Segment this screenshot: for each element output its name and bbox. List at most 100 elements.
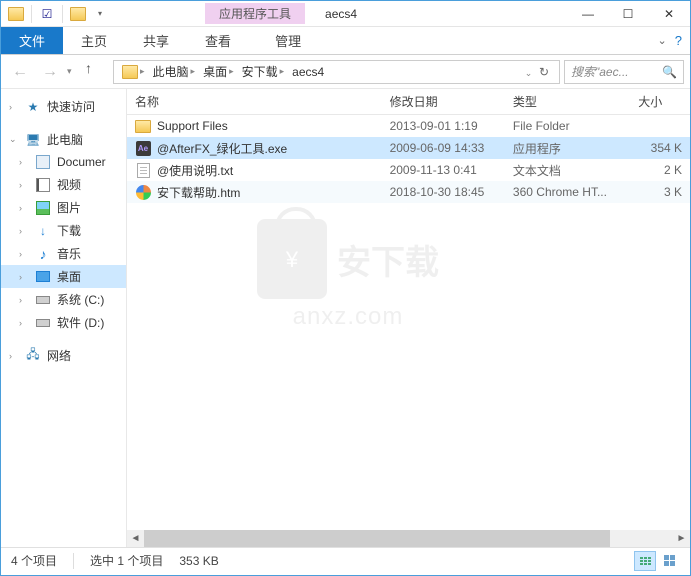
ribbon-expand-icon[interactable]: ⌄ xyxy=(658,34,667,47)
chevron-right-icon[interactable]: › xyxy=(9,351,19,361)
file-row[interactable]: @使用说明.txt 2009-11-13 0:41 文本文档 2 K xyxy=(127,159,690,181)
music-icon: ♪ xyxy=(35,246,51,262)
chevron-right-icon[interactable]: ▸ xyxy=(140,66,145,77)
chevron-right-icon[interactable]: › xyxy=(19,180,29,190)
drive-icon xyxy=(35,315,51,331)
file-row[interactable]: Ae@AfterFX_绿化工具.exe 2009-06-09 14:33 应用程… xyxy=(127,137,690,159)
column-headers: 名称 修改日期 类型 大小 xyxy=(127,89,690,115)
chevron-right-icon[interactable]: › xyxy=(19,272,29,282)
file-row[interactable]: 安下载帮助.htm 2018-10-30 18:45 360 Chrome HT… xyxy=(127,181,690,203)
html-icon xyxy=(135,184,151,200)
desktop-icon xyxy=(35,269,51,285)
tab-manage[interactable]: 管理 xyxy=(257,27,319,54)
scrollbar-track[interactable] xyxy=(144,530,673,547)
help-icon[interactable]: ? xyxy=(675,33,682,48)
window-title: aecs4 xyxy=(325,7,357,21)
title-bar: ☑ ▾ 应用程序工具 aecs4 ― ☐ ✕ xyxy=(1,1,690,27)
drive-icon xyxy=(35,292,51,308)
nav-history-dropdown[interactable]: ▾ xyxy=(67,66,81,77)
context-tab-label: 应用程序工具 xyxy=(205,3,305,24)
chevron-down-icon[interactable]: ⌄ xyxy=(9,134,19,145)
horizontal-scrollbar[interactable]: ◄ ► xyxy=(127,530,690,547)
txt-icon xyxy=(135,162,151,178)
nav-back-button[interactable]: ← xyxy=(7,59,33,85)
column-header-size[interactable]: 大小 xyxy=(630,93,690,110)
column-header-date[interactable]: 修改日期 xyxy=(382,93,505,110)
quick-access-toolbar: ☑ ▾ xyxy=(1,5,115,23)
document-icon xyxy=(35,154,51,170)
sidebar-item-drive-d[interactable]: ›软件 (D:) xyxy=(1,311,126,334)
close-button[interactable]: ✕ xyxy=(648,1,690,27)
navigation-sidebar: ›★快速访问 ⌄🖥此电脑 ›Documer ›视频 ›图片 ›↓下载 ›♪音乐 … xyxy=(1,89,127,547)
status-bar: 4 个项目 选中 1 个项目 353 KB xyxy=(1,547,690,573)
properties-icon[interactable]: ☑ xyxy=(38,5,56,23)
ribbon-tabs: 文件 主页 共享 查看 管理 ⌄ ? xyxy=(1,27,690,55)
view-details-button[interactable] xyxy=(634,551,656,571)
maximize-button[interactable]: ☐ xyxy=(608,1,648,27)
tab-view[interactable]: 查看 xyxy=(187,27,249,54)
breadcrumb-segment[interactable]: 桌面 xyxy=(203,63,227,80)
sidebar-item-desktop[interactable]: ›桌面 xyxy=(1,265,126,288)
folder-icon[interactable] xyxy=(69,5,87,23)
chevron-right-icon[interactable]: › xyxy=(9,102,19,112)
search-icon[interactable]: 🔍 xyxy=(662,65,677,79)
status-size: 353 KB xyxy=(179,554,218,568)
sidebar-item-network[interactable]: ›🖧网络 xyxy=(1,344,126,367)
breadcrumb-segment[interactable]: 安下载 xyxy=(242,63,278,80)
column-header-name[interactable]: 名称 xyxy=(127,93,382,110)
scroll-left-button[interactable]: ◄ xyxy=(127,530,144,547)
tab-file[interactable]: 文件 xyxy=(1,27,63,54)
sidebar-item-documents[interactable]: ›Documer xyxy=(1,151,126,173)
chevron-right-icon[interactable]: › xyxy=(19,318,29,328)
download-icon: ↓ xyxy=(35,223,51,239)
chevron-right-icon[interactable]: › xyxy=(19,157,29,167)
nav-up-button[interactable]: ↑ xyxy=(85,60,109,84)
column-header-type[interactable]: 类型 xyxy=(505,93,630,110)
picture-icon xyxy=(35,200,51,216)
file-list-pane: 名称 修改日期 类型 大小 Support Files 2013-09-01 1… xyxy=(127,89,690,547)
tab-share[interactable]: 共享 xyxy=(125,27,187,54)
sidebar-item-drive-c[interactable]: ›系统 (C:) xyxy=(1,288,126,311)
sidebar-item-videos[interactable]: ›视频 xyxy=(1,173,126,196)
file-list: Support Files 2013-09-01 1:19 File Folde… xyxy=(127,115,690,203)
refresh-icon[interactable]: ↻ xyxy=(539,65,549,79)
network-icon: 🖧 xyxy=(25,348,41,364)
sidebar-item-downloads[interactable]: ›↓下载 xyxy=(1,219,126,242)
status-selection: 选中 1 个项目 xyxy=(90,552,163,569)
chevron-right-icon[interactable]: ▸ xyxy=(229,66,234,77)
scrollbar-thumb[interactable] xyxy=(144,530,610,547)
qat-dropdown-icon[interactable]: ▾ xyxy=(91,5,109,23)
tab-home[interactable]: 主页 xyxy=(63,27,125,54)
search-input[interactable]: 搜索"aec... 🔍 xyxy=(564,60,684,84)
sidebar-item-this-pc[interactable]: ⌄🖥此电脑 xyxy=(1,128,126,151)
video-icon xyxy=(35,177,51,193)
watermark: 安下载 anxz.com xyxy=(257,219,439,331)
nav-forward-button[interactable]: → xyxy=(37,59,63,85)
address-bar: ← → ▾ ↑ ▸ 此电脑 ▸ 桌面 ▸ 安下载 ▸ aecs4 ⌄ ↻ 搜索"… xyxy=(1,55,690,89)
minimize-button[interactable]: ― xyxy=(568,1,608,27)
star-icon: ★ xyxy=(25,99,41,115)
breadcrumb-segment[interactable]: 此电脑 xyxy=(153,63,189,80)
breadcrumb-segment[interactable]: aecs4 xyxy=(292,65,324,79)
sidebar-item-quick-access[interactable]: ›★快速访问 xyxy=(1,95,126,118)
exe-icon: Ae xyxy=(135,140,151,156)
folder-icon[interactable] xyxy=(7,5,25,23)
chevron-down-icon[interactable]: ⌄ xyxy=(525,68,533,78)
file-row[interactable]: Support Files 2013-09-01 1:19 File Folde… xyxy=(127,115,690,137)
folder-icon xyxy=(135,118,151,134)
pc-icon: 🖥 xyxy=(25,132,41,148)
search-placeholder: 搜索"aec... xyxy=(571,63,662,80)
status-item-count: 4 个项目 xyxy=(11,552,57,569)
view-large-icons-button[interactable] xyxy=(658,551,680,571)
sidebar-item-music[interactable]: ›♪音乐 xyxy=(1,242,126,265)
chevron-right-icon[interactable]: › xyxy=(19,226,29,236)
chevron-right-icon[interactable]: › xyxy=(19,203,29,213)
scroll-right-button[interactable]: ► xyxy=(673,530,690,547)
chevron-right-icon[interactable]: ▸ xyxy=(191,66,196,77)
chevron-right-icon[interactable]: › xyxy=(19,249,29,259)
folder-icon xyxy=(122,65,138,79)
chevron-right-icon[interactable]: ▸ xyxy=(280,66,285,77)
breadcrumb[interactable]: ▸ 此电脑 ▸ 桌面 ▸ 安下载 ▸ aecs4 ⌄ ↻ xyxy=(113,60,560,84)
sidebar-item-pictures[interactable]: ›图片 xyxy=(1,196,126,219)
chevron-right-icon[interactable]: › xyxy=(19,295,29,305)
